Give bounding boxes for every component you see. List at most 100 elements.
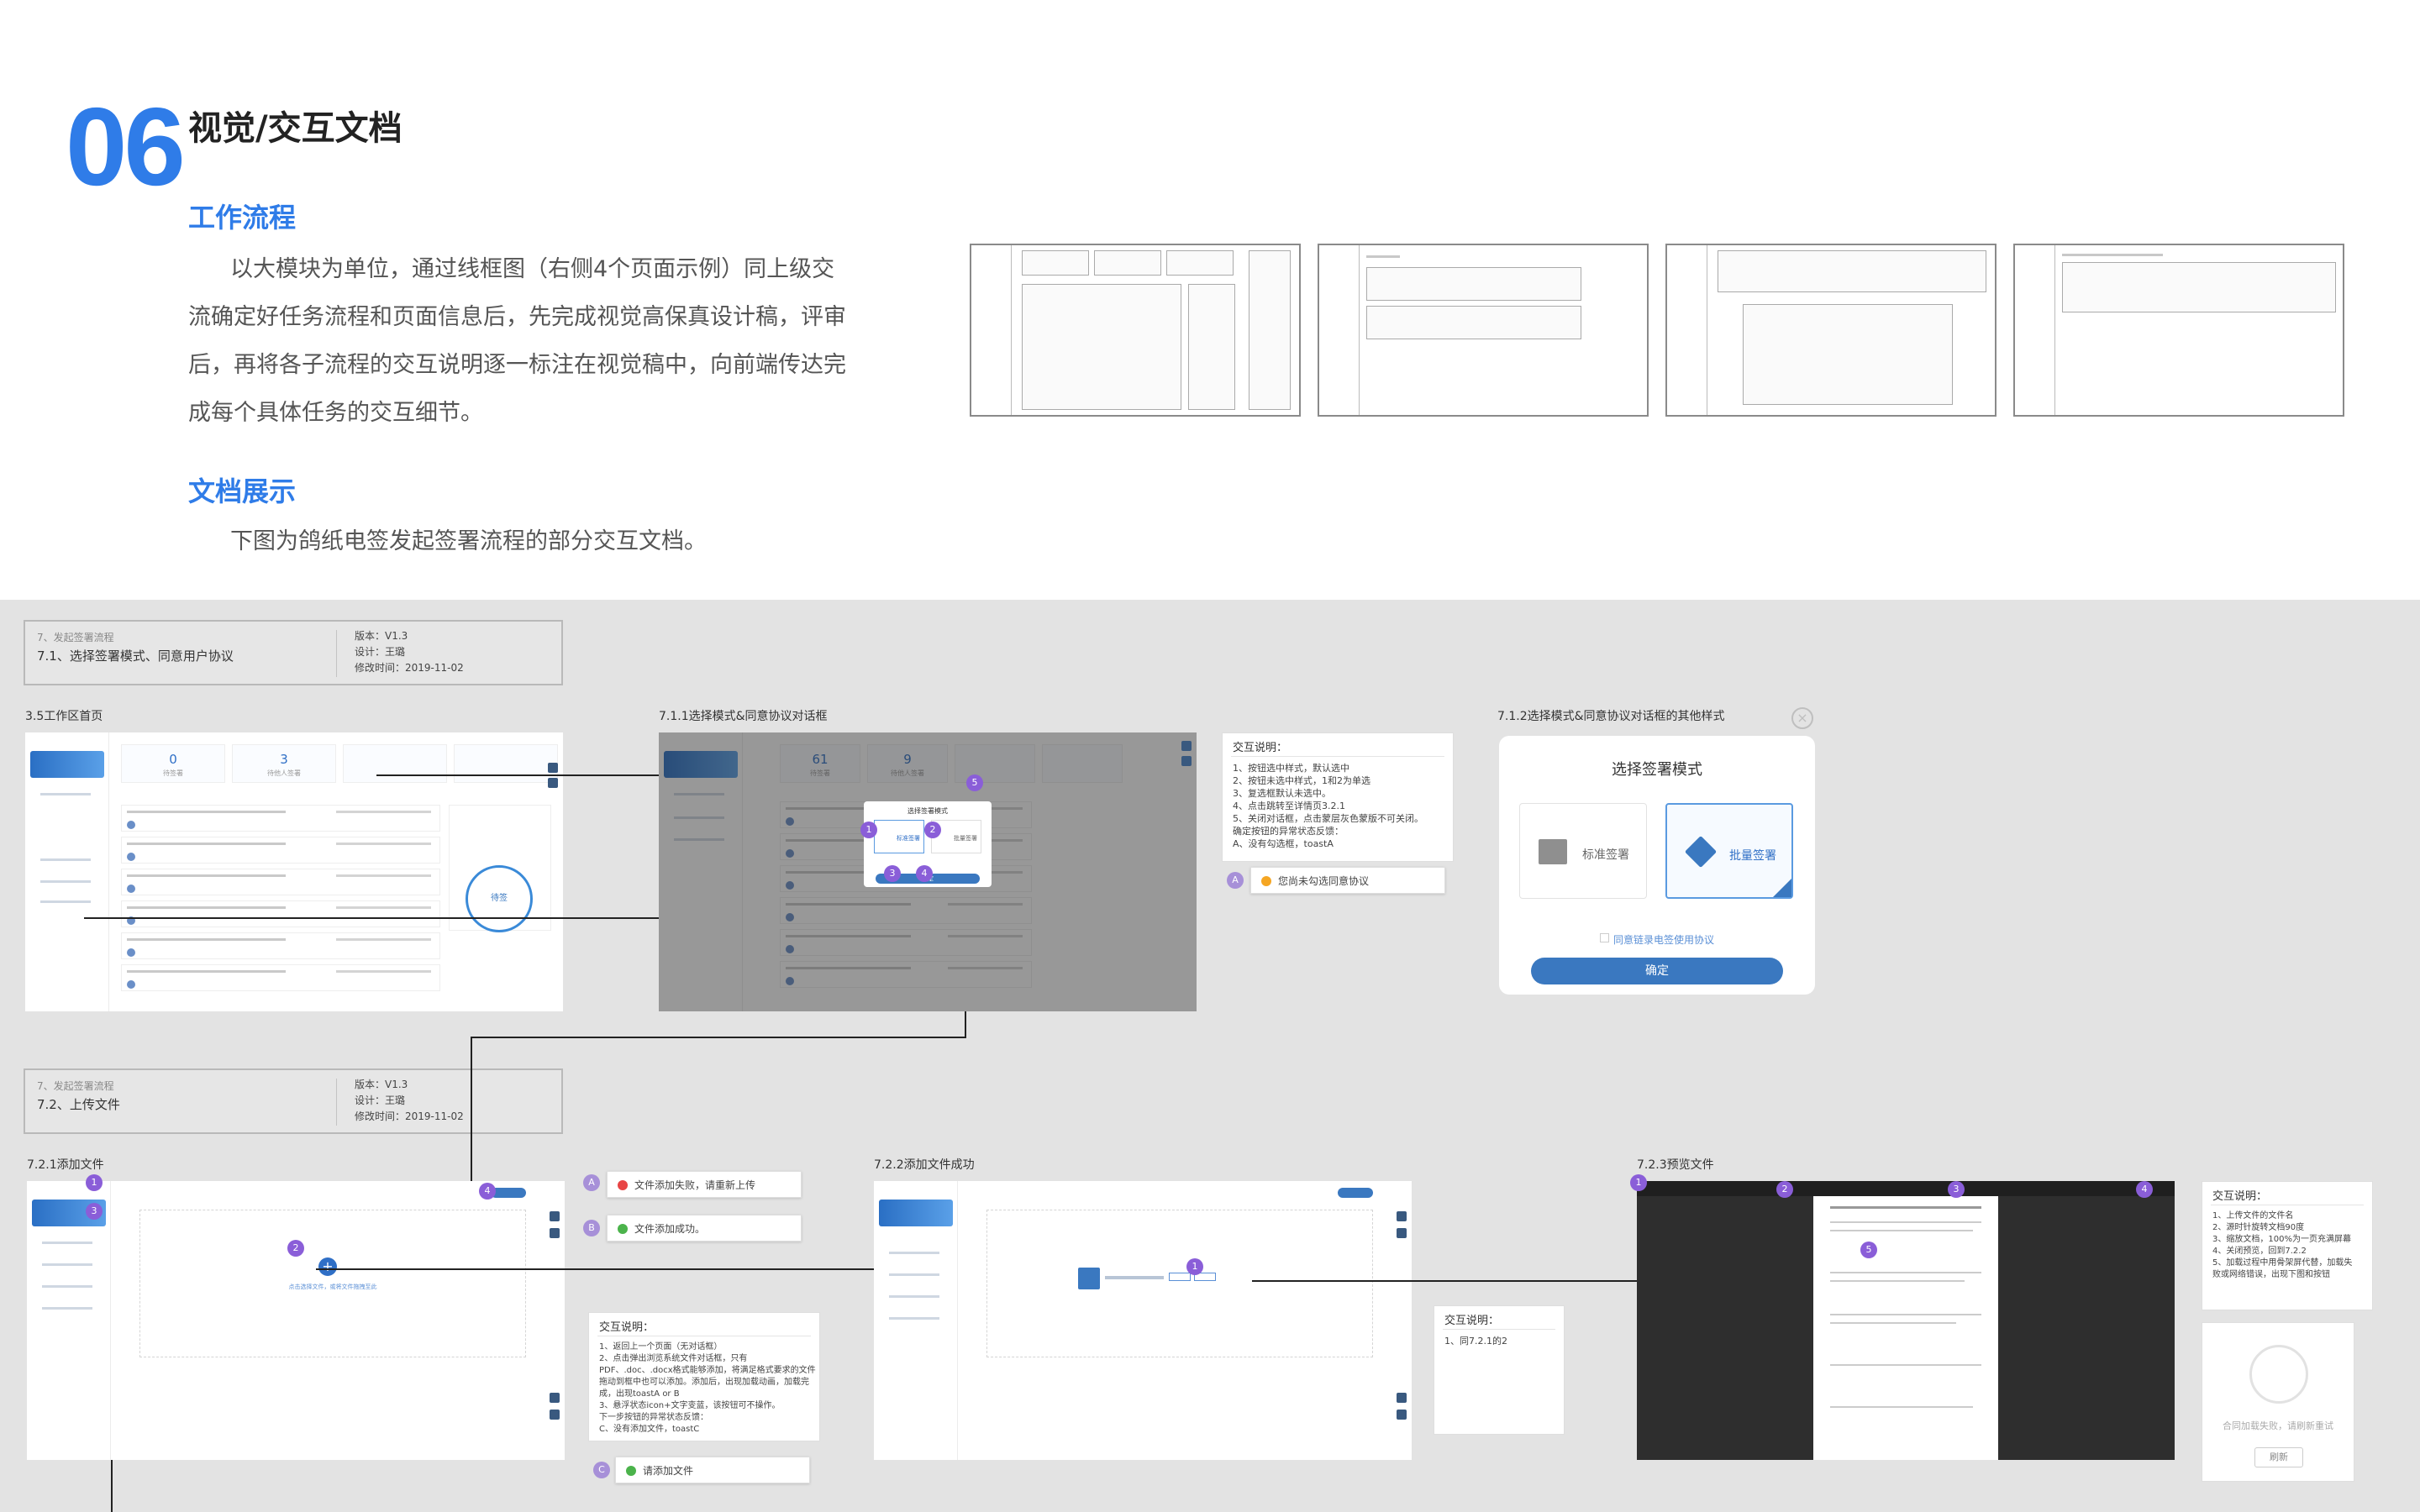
stat-card[interactable]: 0 待签署 bbox=[121, 744, 225, 783]
next-button[interactable] bbox=[491, 1188, 526, 1198]
marker: 3 bbox=[884, 865, 901, 882]
nav-item[interactable] bbox=[40, 900, 91, 903]
toast-text: 请添加文件 bbox=[643, 1465, 694, 1477]
doc-title: 文档展示 bbox=[188, 475, 297, 507]
user-card[interactable] bbox=[30, 751, 104, 778]
doc-text-line bbox=[1830, 1364, 1981, 1366]
tool-button[interactable] bbox=[550, 1211, 560, 1221]
nav-item[interactable] bbox=[40, 880, 91, 883]
wireframe-sidebar bbox=[971, 245, 1012, 415]
preview-button[interactable] bbox=[1169, 1273, 1191, 1281]
dialog-title: 选择签署模式 bbox=[1612, 761, 1702, 779]
doc-text: 下图为鸽纸电签发起签署流程的部分交互文档。 bbox=[230, 528, 707, 554]
version-meta: 版本：V1.3 设计：王璐 修改时间：2019-11-02 bbox=[355, 1077, 464, 1125]
note-line: 1、同7.2.1的2 bbox=[1444, 1336, 1507, 1347]
tool-button[interactable] bbox=[548, 778, 558, 788]
tool-button[interactable] bbox=[550, 1228, 560, 1238]
wireframe-line bbox=[2062, 254, 2163, 256]
nav-item[interactable] bbox=[42, 1242, 92, 1244]
tool-button[interactable] bbox=[1397, 1393, 1407, 1403]
interaction-note: 交互说明： 1、上传文件的文件名 2、源时针旋转文档90度 3、缩放文档，100… bbox=[2202, 1181, 2373, 1310]
upload-dropzone[interactable]: + 点击选择文件，或将文件拖拽至此 bbox=[139, 1210, 526, 1357]
workflow-line: 流确定好任务流程和页面信息后，先完成视觉高保真设计稿，评审 bbox=[188, 304, 846, 330]
interaction-note: 交互说明： 1、同7.2.1的2 bbox=[1434, 1305, 1565, 1435]
connector-line bbox=[1252, 1280, 1637, 1282]
table-row[interactable] bbox=[121, 900, 440, 927]
marker: 1 bbox=[1630, 1174, 1647, 1191]
wireframe-line bbox=[1366, 255, 1400, 258]
nav-item[interactable] bbox=[42, 1263, 92, 1266]
note-divider bbox=[1231, 756, 1444, 757]
wireframe-panel bbox=[1249, 250, 1291, 410]
checkbox-icon[interactable] bbox=[1600, 933, 1609, 942]
note-line: A、没有勾选框，toastA bbox=[1233, 838, 1334, 849]
nav-item[interactable] bbox=[889, 1317, 939, 1320]
add-file-icon[interactable]: + bbox=[318, 1257, 337, 1276]
option-batch[interactable]: 批量签署 bbox=[1665, 803, 1793, 899]
table-row[interactable] bbox=[121, 837, 440, 864]
stat-card[interactable]: 3 待他人签署 bbox=[232, 744, 336, 783]
wireframe-panel bbox=[1188, 284, 1235, 410]
note-line: 3、悬浮状态icon+文字变蓝，该按钮可不操作。 bbox=[599, 1401, 781, 1410]
nav-item[interactable] bbox=[889, 1273, 939, 1276]
version-box: 7、发起签署流程 7.1、选择签署模式、同意用户协议 版本：V1.3 设计：王璐… bbox=[24, 620, 563, 685]
note-line: 确定按钮的异常状态反馈： bbox=[1233, 826, 1344, 837]
tool-button[interactable] bbox=[550, 1410, 560, 1420]
connector-line bbox=[316, 1268, 874, 1270]
tool-button[interactable] bbox=[550, 1393, 560, 1403]
nav-item[interactable] bbox=[42, 1285, 92, 1288]
close-icon[interactable]: × bbox=[1791, 707, 1813, 729]
refresh-button[interactable]: 刷新 bbox=[2254, 1447, 2303, 1467]
table-row[interactable] bbox=[121, 805, 440, 832]
doc-text-line bbox=[1830, 1206, 1981, 1209]
tool-button[interactable] bbox=[1397, 1228, 1407, 1238]
version-number: 版本：V1.3 bbox=[355, 630, 408, 642]
note-line: 5、关闭对话框，点击蒙层灰色蒙版不可关闭。 bbox=[1233, 813, 1423, 824]
confirm-button[interactable]: 确定 bbox=[1531, 958, 1783, 984]
marker-a: A bbox=[1227, 872, 1244, 889]
note-body: 1、返回上一个页面（无对话框） 2、点击弹出浏览系统文件对话框，只有 PDF、.… bbox=[599, 1341, 816, 1436]
note-line: 下一步按钮的异常状态反馈： bbox=[599, 1413, 708, 1422]
table-row[interactable] bbox=[121, 964, 440, 991]
wireframe-list bbox=[1022, 284, 1181, 410]
option-standard[interactable]: 标准签署 bbox=[1519, 803, 1647, 899]
add-sidebar bbox=[27, 1181, 111, 1460]
agree-checkbox[interactable]: 同意链录电签使用协议 bbox=[1499, 932, 1815, 947]
nav-item[interactable] bbox=[889, 1295, 939, 1298]
table-row[interactable] bbox=[121, 932, 440, 959]
start-sign-card[interactable] bbox=[343, 744, 447, 783]
doc-text-line bbox=[1830, 1230, 1973, 1231]
section-number: 06 bbox=[66, 85, 186, 208]
wireframe-block bbox=[1094, 250, 1161, 276]
wireframe-1 bbox=[970, 244, 1301, 417]
wireframe-list bbox=[1743, 304, 1953, 405]
user-card[interactable] bbox=[879, 1200, 953, 1226]
version-designer: 设计：王璐 bbox=[355, 646, 406, 658]
version-date: 修改时间：2019-11-02 bbox=[355, 662, 464, 674]
connector-line bbox=[376, 774, 659, 776]
tool-button[interactable] bbox=[1397, 1211, 1407, 1221]
nav-item[interactable] bbox=[889, 1252, 939, 1254]
tool-button[interactable] bbox=[1181, 741, 1192, 751]
marker: 5 bbox=[1860, 1242, 1877, 1258]
upload-dropzone[interactable] bbox=[986, 1210, 1373, 1357]
nav-item[interactable] bbox=[40, 858, 91, 861]
nav-item[interactable] bbox=[40, 793, 91, 795]
tool-button[interactable] bbox=[1397, 1410, 1407, 1420]
wireframe-sidebar bbox=[2015, 245, 2055, 415]
label-dialog: 7.1.1选择模式&同意协议对话框 bbox=[659, 710, 828, 723]
mode-dialog-large: 选择签署模式 标准签署 批量签署 同意链录电签使用协议 确定 bbox=[1499, 736, 1815, 995]
marker: 1 bbox=[86, 1174, 103, 1191]
doc-text-line bbox=[1830, 1272, 1981, 1273]
tool-button[interactable] bbox=[1181, 756, 1192, 766]
doc-text-line bbox=[1830, 1406, 1973, 1408]
table-row[interactable] bbox=[121, 869, 440, 895]
option-standard[interactable]: 标准签署 bbox=[874, 820, 924, 853]
version-box: 7、发起签署流程 7.2、上传文件 版本：V1.3 设计：王璐 修改时间：201… bbox=[24, 1068, 563, 1134]
tool-button[interactable] bbox=[548, 763, 558, 773]
wireframe-sidebar bbox=[1667, 245, 1707, 415]
template-card[interactable] bbox=[454, 744, 558, 783]
next-button[interactable] bbox=[1338, 1188, 1373, 1198]
progress-ring: 待签 bbox=[466, 865, 533, 932]
nav-item[interactable] bbox=[42, 1307, 92, 1310]
